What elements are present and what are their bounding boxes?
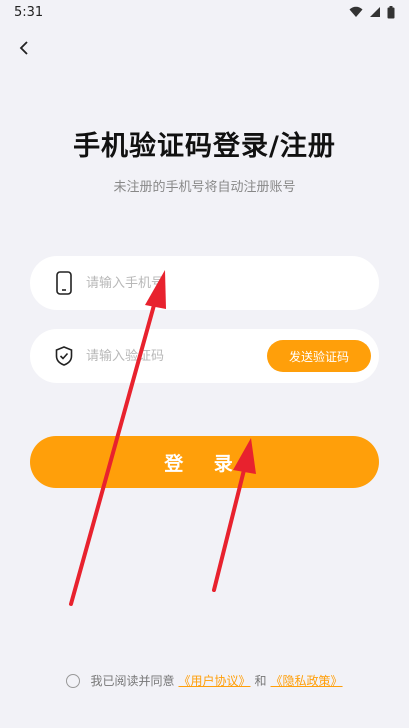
phone-input[interactable] [84,267,379,299]
wifi-icon [349,6,363,17]
signal-icon [370,7,380,17]
back-arrow-icon [19,41,28,55]
back-button[interactable] [12,36,36,60]
code-input[interactable] [84,340,267,372]
battery-icon [387,5,395,18]
status-time: 5:31 [14,4,44,20]
page-subtitle: 未注册的手机号将自动注册账号 [113,180,296,195]
status-icons [349,5,395,19]
user-agreement-link[interactable]: 《用户协议》 [178,672,250,689]
privacy-policy-link[interactable]: 《隐私政策》 [271,672,343,689]
phone-field[interactable] [30,256,379,310]
agreement-checkbox[interactable] [66,673,81,688]
phone-icon [52,271,76,295]
page-title: 手机验证码登录/注册 [73,131,336,162]
code-field[interactable]: 发送验证码 [30,329,379,383]
login-button[interactable]: 登 录 [30,436,379,488]
send-code-button[interactable]: 发送验证码 [267,340,371,372]
agreement-prefix: 我已阅读并同意 [90,674,175,688]
status-bar: 5:31 [0,0,409,24]
shield-check-icon [52,344,76,368]
agreement-and: 和 [254,674,267,688]
agreement-row: 我已阅读并同意 《用户协议》 和 《隐私政策》 [0,672,409,689]
